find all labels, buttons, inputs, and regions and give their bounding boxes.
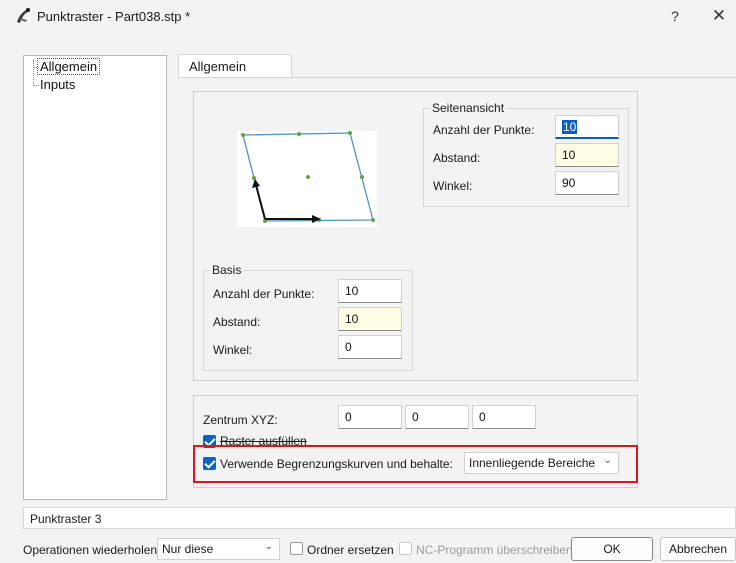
basis-abstand-label: Abstand: [213, 315, 261, 329]
seitenansicht-winkel-label: Winkel: [433, 179, 473, 193]
repeat-select-value: Nur diese [162, 542, 214, 556]
tab-allgemein[interactable]: Allgemein [178, 54, 292, 78]
basis-winkel-label: Winkel: [213, 343, 253, 357]
repeat-label: Operationen wiederholen: [23, 543, 161, 557]
nc-programm-checkbox[interactable] [399, 542, 412, 555]
highlight-box [193, 445, 638, 483]
ok-button[interactable]: OK [571, 537, 653, 561]
chevron-down-icon: ⌄ [264, 541, 273, 552]
seitenansicht-anzahl-value: 10 [562, 120, 578, 134]
cancel-button[interactable]: Abbrechen [660, 537, 736, 561]
status-bar: Punktraster 3 [23, 507, 736, 529]
navigation-tree: Allgemein Inputs [23, 55, 167, 500]
seitenansicht-abstand-label: Abstand: [433, 151, 481, 165]
basis-winkel-input[interactable]: 0 [338, 335, 402, 359]
nc-programm-label: NC-Programm überschreiben [416, 543, 573, 557]
close-button[interactable]: ✕ [706, 4, 732, 28]
tab-label: Allgemein [189, 59, 247, 74]
repeat-select[interactable]: Nur diese ⌄ [157, 538, 280, 560]
seitenansicht-legend: Seitenansicht [432, 101, 505, 115]
zentrum-x-input[interactable]: 0 [338, 405, 402, 429]
title-bar: Punktraster - Part038.stp * ? ✕ [0, 0, 736, 32]
seitenansicht-abstand-input[interactable]: 10 [555, 143, 619, 167]
dialog-window: Punktraster - Part038.stp * ? ✕ Allgemei… [0, 0, 736, 563]
ordner-ersetzen-label: Ordner ersetzen [307, 543, 394, 557]
zentrum-label: Zentrum XYZ: [203, 413, 278, 427]
basis-anzahl-label: Anzahl der Punkte: [213, 287, 315, 301]
zentrum-y-input[interactable]: 0 [405, 405, 469, 429]
basis-anzahl-input[interactable]: 10 [338, 279, 402, 303]
window-title: Punktraster - Part038.stp * [37, 9, 191, 24]
zentrum-z-input[interactable]: 0 [472, 405, 536, 429]
seitenansicht-anzahl-label: Anzahl der Punkte: [433, 123, 535, 137]
grid-illustration [241, 131, 375, 223]
seitenansicht-anzahl-input[interactable]: 10 [555, 115, 619, 139]
status-text: Punktraster 3 [30, 512, 102, 526]
tree-item-allgemein[interactable]: Allgemein [36, 58, 101, 75]
seitenansicht-winkel-input[interactable]: 90 [555, 171, 619, 195]
tree-connector [33, 60, 34, 86]
tree-item-inputs[interactable]: Inputs [38, 77, 77, 92]
app-icon [17, 8, 30, 23]
help-button[interactable]: ? [664, 5, 686, 27]
basis-abstand-input[interactable]: 10 [338, 307, 402, 331]
basis-legend: Basis [212, 263, 242, 277]
ordner-ersetzen-checkbox[interactable] [290, 542, 303, 555]
grid-diagram [237, 131, 377, 227]
